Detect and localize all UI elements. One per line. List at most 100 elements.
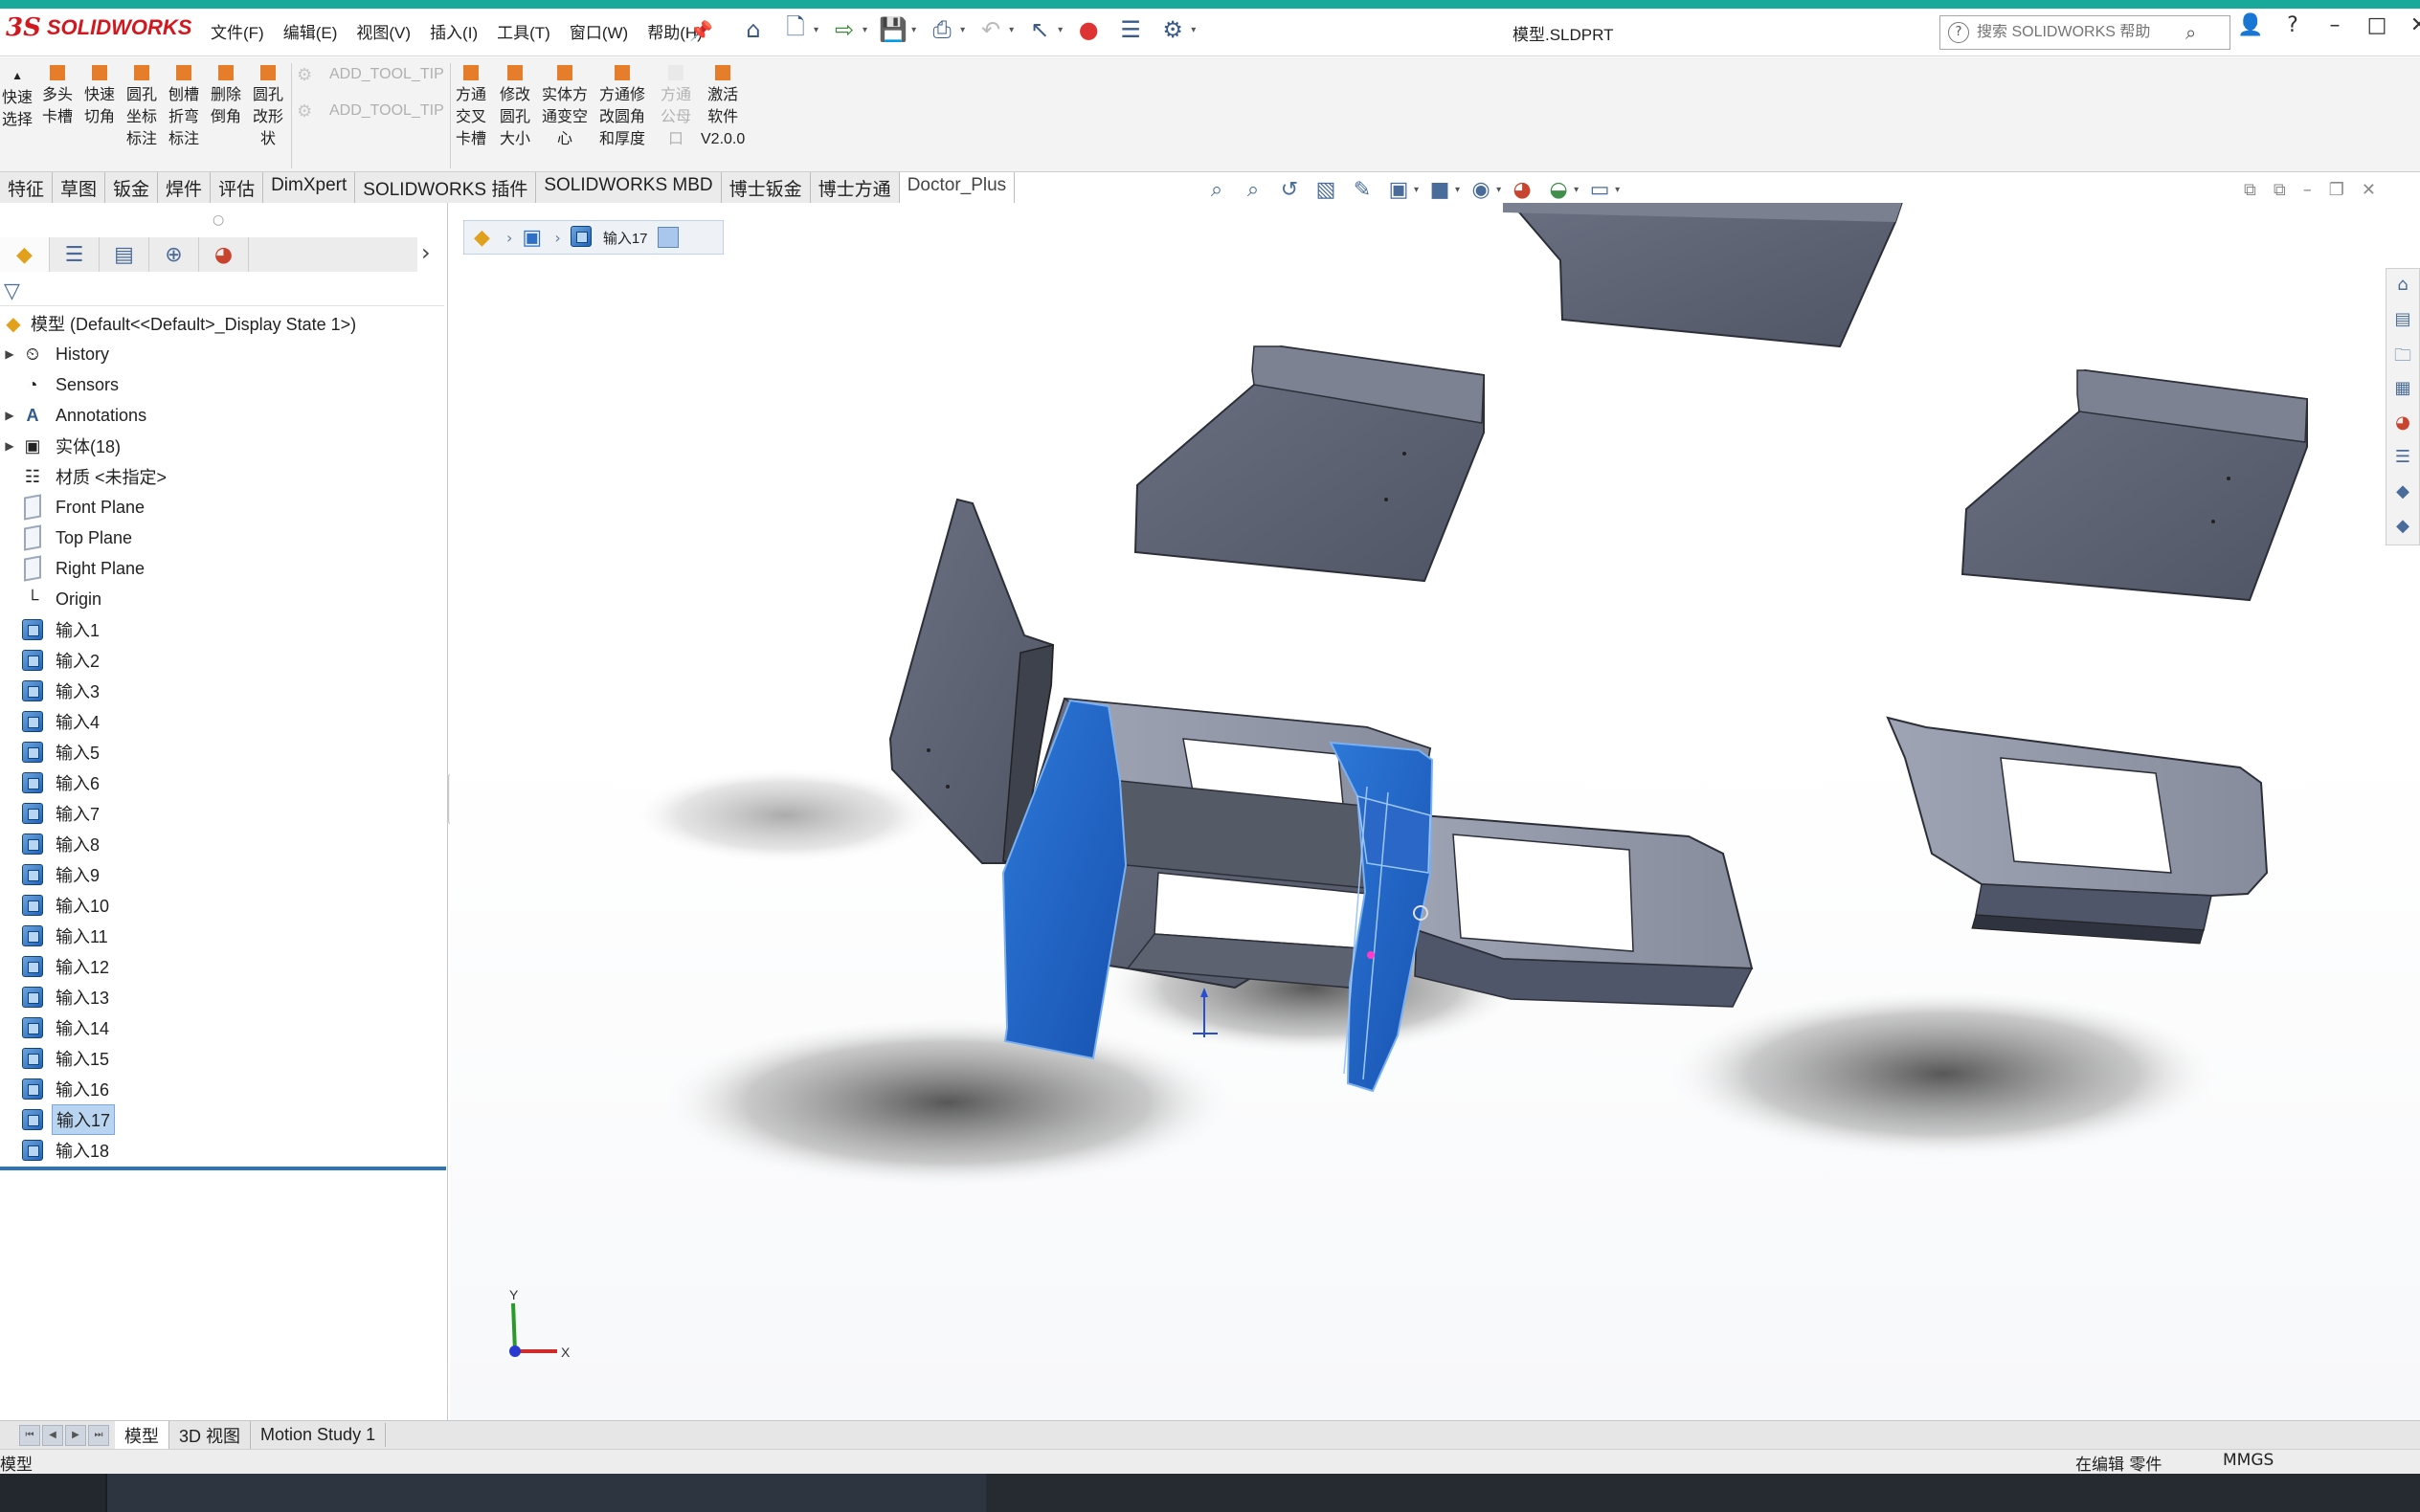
new-dropdown-icon[interactable]: ▾ <box>814 25 818 35</box>
apply-scene-icon[interactable]: ◒ <box>1543 175 1574 204</box>
add-tool-tip-1[interactable]: ⚙ ADD_TOOL_TIP <box>297 65 444 84</box>
tab-addins[interactable]: SOLIDWORKS 插件 <box>355 172 537 203</box>
help-search-box[interactable]: ? ⌕ <box>1939 15 2230 50</box>
view-settings-dropdown-icon[interactable]: ▾ <box>1615 185 1620 195</box>
panel-expand-icon[interactable]: › <box>421 239 431 266</box>
zoom-to-area-icon[interactable]: ⌕ <box>1238 175 1268 204</box>
tab-doctor-sheet-metal[interactable]: 博士钣金 <box>721 172 811 203</box>
tree-item-import-7[interactable]: 输入7 <box>0 798 103 829</box>
design-library-icon[interactable]: ▤ <box>2390 309 2415 336</box>
breadcrumb-current[interactable]: 输入17 <box>603 228 648 248</box>
open-dropdown-icon[interactable]: ▾ <box>863 25 867 35</box>
tree-item-import-13[interactable]: 输入13 <box>0 982 113 1012</box>
search-icon[interactable]: ⌕ <box>2185 21 2196 44</box>
select-dropdown-icon[interactable]: ▾ <box>1058 25 1063 35</box>
configuration-manager-tab-icon[interactable]: ▤ <box>100 237 149 272</box>
status-units[interactable]: MMGS <box>2223 1451 2274 1470</box>
tree-item-import-14[interactable]: 输入14 <box>0 1012 113 1043</box>
menu-file[interactable]: 文件(F) <box>201 13 274 49</box>
tree-item-import-4[interactable]: 输入4 <box>0 706 103 737</box>
menu-edit[interactable]: 编辑(E) <box>274 13 347 49</box>
tab-dimxpert[interactable]: DimXpert <box>263 172 356 203</box>
tree-item-import-9[interactable]: 输入9 <box>0 859 103 890</box>
filter-icon[interactable]: ▽ <box>4 279 20 303</box>
open-icon[interactable]: ⇨ <box>828 13 861 46</box>
tree-filter-row[interactable] <box>0 276 444 306</box>
tree-item-import-17[interactable]: 输入17 <box>0 1104 116 1135</box>
help-search-input[interactable] <box>1977 24 2178 41</box>
expand-arrow-icon[interactable]: ▶ <box>0 439 19 453</box>
next-tab-icon[interactable]: ▶ <box>65 1424 86 1446</box>
display-style-icon[interactable]: ■ <box>1424 175 1455 204</box>
tool-delete-chamfer-button[interactable]: 删除 倒角 <box>211 65 241 128</box>
last-tab-icon[interactable]: ⏭ <box>88 1424 109 1446</box>
body-bent-panel-2[interactable] <box>1961 368 2308 602</box>
tool-hole-reshape-button[interactable]: 圆孔 改形 状 <box>253 65 283 150</box>
home-icon[interactable]: ⌂ <box>737 13 770 46</box>
maximize-icon[interactable]: □ <box>2363 13 2391 37</box>
tool-multi-slot-button[interactable]: 多头 卡槽 <box>42 65 73 128</box>
section-view-icon[interactable]: ▧ <box>1311 175 1341 204</box>
tree-item-import-10[interactable]: 输入10 <box>0 890 113 921</box>
taskbar-region[interactable] <box>105 1474 986 1512</box>
imported-body-icon[interactable] <box>570 226 594 249</box>
tab-mbd[interactable]: SOLIDWORKS MBD <box>536 172 722 203</box>
display-manager-tab-icon[interactable]: ◕ <box>199 237 249 272</box>
body-window-frame-2[interactable] <box>1886 716 2269 945</box>
previous-view-icon[interactable]: ↺ <box>1274 175 1305 204</box>
view-palette-icon[interactable]: ▦ <box>2390 378 2415 405</box>
tab-doctor-plus[interactable]: Doctor_Plus <box>899 172 1016 203</box>
options-dropdown-icon[interactable]: ▾ <box>1191 25 1196 35</box>
task-pane-extra-icon[interactable]: ◆ <box>2390 481 2415 508</box>
undo-dropdown-icon[interactable]: ▾ <box>1009 25 1014 35</box>
tree-item-import-5[interactable]: 输入5 <box>0 737 103 767</box>
tree-item-import-3[interactable]: 输入3 <box>0 676 103 706</box>
hide-show-items-icon[interactable]: ◉ <box>1466 175 1496 204</box>
rollback-bar[interactable] <box>0 1167 446 1170</box>
tree-item-annotations[interactable]: ▶ A Annotations <box>0 400 150 431</box>
tool-groove-bend-button[interactable]: 刨槽 折弯 标注 <box>168 65 199 150</box>
body-panel-top[interactable] <box>1503 203 1905 348</box>
display-style-dropdown-icon[interactable]: ▾ <box>1455 185 1460 195</box>
expand-arrow-icon[interactable]: ▶ <box>0 409 19 422</box>
tree-item-origin[interactable]: └ Origin <box>0 584 105 614</box>
tab-doctor-tube[interactable]: 博士方通 <box>810 172 900 203</box>
tree-item-import-8[interactable]: 输入8 <box>0 829 103 859</box>
zoom-to-fit-icon[interactable]: ⌕ <box>1201 175 1232 204</box>
hide-show-dropdown-icon[interactable]: ▾ <box>1496 185 1501 195</box>
minimize-icon[interactable]: – <box>2320 13 2349 37</box>
custom-properties-icon[interactable]: ☰ <box>2390 447 2415 474</box>
menu-insert[interactable]: 插入(I) <box>420 13 487 49</box>
property-manager-tab-icon[interactable]: ☰ <box>50 237 100 272</box>
select-arrow-icon[interactable]: ↖ <box>1023 13 1056 46</box>
tool-modify-hole-size-button[interactable]: 修改 圆孔 大小 <box>500 65 530 150</box>
menu-tools[interactable]: 工具(T) <box>487 13 560 49</box>
viewport-minimize-icon[interactable]: – <box>2303 180 2312 200</box>
rebuild-icon[interactable]: ● <box>1072 13 1105 46</box>
tab-motion-study-1[interactable]: Motion Study 1 <box>251 1423 387 1447</box>
expand-arrow-icon[interactable]: ▶ <box>0 347 19 361</box>
tree-item-material[interactable]: ☷ 材质 <未指定> <box>0 461 170 492</box>
viewport-restore-icon[interactable]: ❐ <box>2329 180 2344 200</box>
tab-weldments[interactable]: 焊件 <box>158 172 212 203</box>
print-dropdown-icon[interactable]: ▾ <box>960 25 965 35</box>
tree-item-top-plane[interactable]: Top Plane <box>0 523 136 553</box>
viewport-tile-icon[interactable]: ⧉ <box>2244 180 2256 200</box>
face-icon[interactable] <box>657 227 679 248</box>
dimxpert-manager-tab-icon[interactable]: ⊕ <box>149 237 199 272</box>
tool-tube-fillet-thickness-button[interactable]: 方通修 改圆角 和厚度 <box>599 65 645 150</box>
feature-manager-tab-icon[interactable]: ◆ <box>0 237 50 272</box>
tab-sheet-metal[interactable]: 钣金 <box>105 172 159 203</box>
save-icon[interactable]: 💾 <box>877 13 909 46</box>
solidworks-logo[interactable]: 3S SOLIDWORKS <box>6 10 191 46</box>
tab-3d-view[interactable]: 3D 视图 <box>169 1420 252 1450</box>
tab-evaluate[interactable]: 评估 <box>211 172 264 203</box>
body-window-frame-1[interactable] <box>1394 812 1754 1008</box>
view-settings-icon[interactable]: ▭ <box>1584 175 1615 204</box>
tree-item-solid-bodies[interactable]: ▶ ▣ 实体(18) <box>0 431 124 461</box>
first-tab-icon[interactable]: ⏮ <box>19 1424 40 1446</box>
file-explorer-icon[interactable]: 🗀 <box>2390 344 2415 370</box>
part-icon[interactable]: ◆ <box>474 226 497 250</box>
solid-body-icon[interactable]: ▣ <box>522 226 545 250</box>
view-orientation-icon[interactable]: ▣ <box>1383 175 1414 204</box>
